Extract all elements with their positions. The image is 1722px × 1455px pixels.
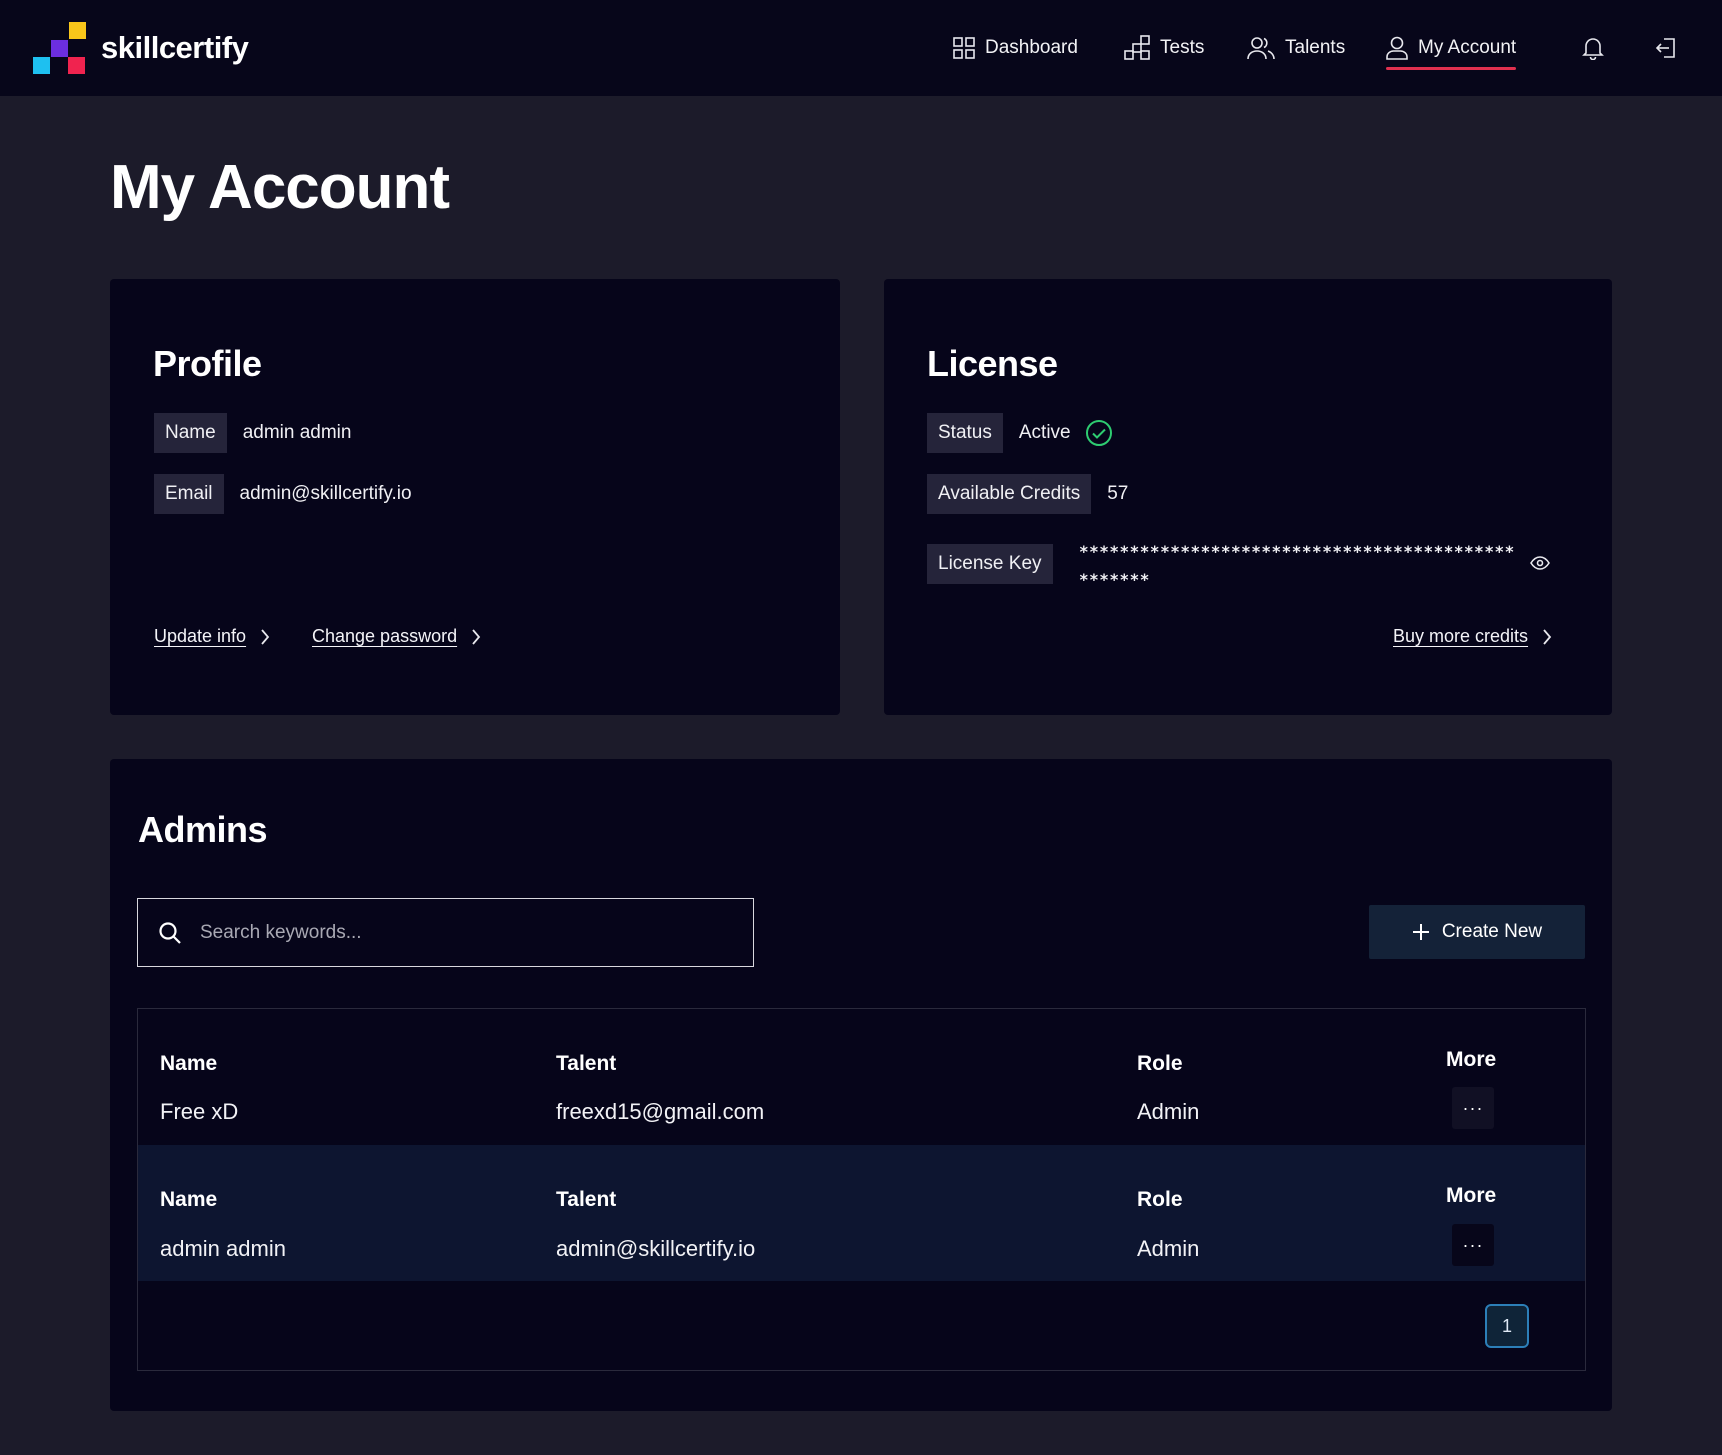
buy-more-credits-link[interactable]: Buy more credits <box>1393 626 1552 647</box>
license-title: License <box>927 343 1058 384</box>
profile-email-value: admin@skillcertify.io <box>239 483 412 504</box>
check-circle-icon <box>1085 419 1113 447</box>
more-dots-icon: ··· <box>1462 1097 1484 1118</box>
top-navbar: skillcertify Dashboard Tests Talents My … <box>0 0 1722 96</box>
nav-item-dashboard[interactable]: Dashboard <box>953 30 1078 66</box>
dashboard-grid-icon <box>953 37 975 59</box>
column-header-more: More <box>1446 1048 1497 1071</box>
plus-icon <box>1412 924 1429 940</box>
reveal-license-key-button[interactable] <box>1520 545 1560 581</box>
chevron-right-icon <box>260 628 270 645</box>
profile-name-value: admin admin <box>242 422 352 443</box>
talents-users-icon <box>1247 37 1275 60</box>
search-box <box>137 898 754 967</box>
license-status-row: Status Active <box>927 413 1113 453</box>
update-info-label: Update info <box>154 626 247 646</box>
column-header-more: More <box>1446 1184 1497 1207</box>
admin-talent: admin@skillcertify.io <box>556 1236 756 1261</box>
create-new-button[interactable]: Create New <box>1369 905 1585 959</box>
search-icon <box>158 921 182 945</box>
admin-role: Admin <box>1137 1099 1200 1124</box>
profile-name-row: Name admin admin <box>154 413 351 453</box>
more-actions-button[interactable]: ··· <box>1452 1224 1494 1266</box>
admin-talent: freexd15@gmail.com <box>556 1099 765 1124</box>
change-password-label: Change password <box>312 626 458 646</box>
chevron-right-icon <box>1542 628 1552 645</box>
admins-title: Admins <box>138 809 268 850</box>
license-status-value: Active <box>1018 422 1071 443</box>
table-row: Name Talent Role More Free xD freexd15@g… <box>138 1009 1585 1145</box>
nav-label-tests: Tests <box>1160 37 1205 58</box>
license-key-row: License Key <box>927 544 1053 584</box>
search-input[interactable] <box>200 921 700 944</box>
eye-icon <box>1530 556 1550 570</box>
profile-email-row: Email admin@skillcertify.io <box>154 474 412 514</box>
brand-logo[interactable]: skillcertify <box>33 22 249 74</box>
nav-item-talents[interactable]: Talents <box>1247 30 1345 66</box>
admins-table: Name Talent Role More Free xD freexd15@g… <box>137 1008 1586 1371</box>
license-key-label: License Key <box>927 544 1053 584</box>
more-actions-button[interactable]: ··· <box>1452 1087 1494 1129</box>
nav-label-dashboard: Dashboard <box>985 37 1078 58</box>
nav-item-tests[interactable]: Tests <box>1124 30 1204 66</box>
notifications-button[interactable] <box>1573 30 1613 66</box>
update-info-link[interactable]: Update info <box>154 626 270 647</box>
license-key-value: ****************************************… <box>1079 542 1515 589</box>
nav-item-my-account[interactable]: My Account <box>1386 30 1517 70</box>
license-status-label: Status <box>927 413 1003 453</box>
column-header-talent: Talent <box>556 1188 617 1211</box>
nav-label-talents: Talents <box>1285 37 1346 58</box>
column-header-role: Role <box>1137 1052 1183 1075</box>
tests-blocks-icon <box>1124 35 1150 60</box>
license-credits-row: Available Credits 57 <box>927 474 1128 514</box>
user-icon <box>1386 36 1408 60</box>
profile-title: Profile <box>153 343 262 384</box>
profile-name-label: Name <box>154 413 227 453</box>
create-new-label: Create New <box>1441 921 1543 942</box>
profile-email-label: Email <box>154 474 224 514</box>
admin-name: admin admin <box>160 1236 286 1261</box>
admin-name: Free xD <box>160 1099 239 1124</box>
change-password-link[interactable]: Change password <box>312 626 481 647</box>
column-header-name: Name <box>160 1052 218 1075</box>
brand-name: skillcertify <box>101 30 249 65</box>
chevron-right-icon <box>471 628 481 645</box>
page-title: My Account <box>110 153 450 222</box>
license-credits-value: 57 <box>1107 483 1129 504</box>
column-header-talent: Talent <box>556 1052 617 1075</box>
table-row: Name Talent Role More admin admin admin@… <box>138 1145 1585 1281</box>
column-header-name: Name <box>160 1188 218 1211</box>
license-credits-label: Available Credits <box>927 474 1092 514</box>
admin-role: Admin <box>1137 1236 1200 1261</box>
pagination-page-1[interactable]: 1 <box>1485 1304 1529 1348</box>
logout-icon <box>1655 38 1675 58</box>
bell-icon <box>1582 38 1604 60</box>
column-header-role: Role <box>1137 1188 1183 1211</box>
logout-button[interactable] <box>1646 30 1686 66</box>
more-dots-icon: ··· <box>1462 1234 1484 1255</box>
buy-more-credits-label: Buy more credits <box>1393 626 1529 646</box>
nav-label-my-account: My Account <box>1418 37 1517 58</box>
logo-mark-icon <box>33 22 86 74</box>
